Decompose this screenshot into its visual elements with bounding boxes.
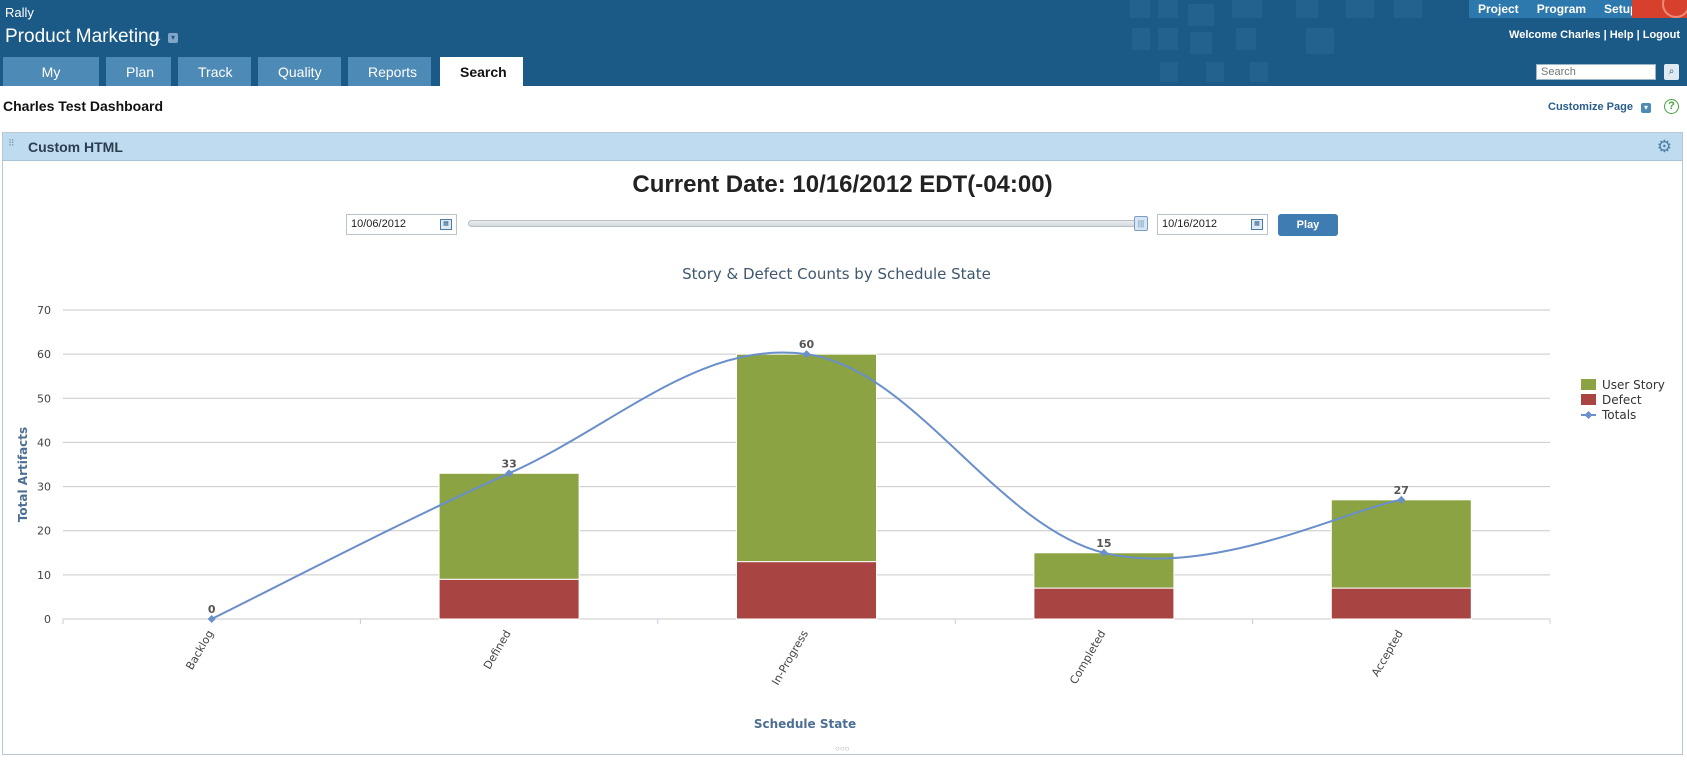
y-tick-label: 50 [37,392,51,405]
legend-label-defect: Defect [1602,393,1642,407]
y-tick-label: 30 [37,481,51,494]
tab-quality[interactable]: Quality [258,57,341,86]
x-tick-label: In-Progress [769,628,811,688]
custom-html-panel: ⠿ Custom HTML ⚙ Current Date: 10/16/2012… [2,132,1683,755]
customize-page-link[interactable]: Customize Page [1548,101,1633,113]
customize-dropdown-icon[interactable]: ▾ [1641,103,1651,113]
y-tick-label: 60 [37,348,51,361]
y-tick-label: 40 [37,436,51,449]
project-down-arrow-icon[interactable]: ↓ [154,26,163,46]
program-link[interactable]: Program [1528,0,1595,18]
tab-my-home[interactable]: My Home [3,57,99,86]
bar-user-story [1330,499,1472,589]
app-name: Rally [5,5,34,20]
tab-track[interactable]: Track [178,57,251,86]
x-tick-label: Completed [1067,628,1108,686]
data-label: 27 [1394,484,1409,497]
chart-title: Story & Defect Counts by Schedule State [682,265,991,283]
legend-swatch-defect [1581,394,1596,405]
story-defect-chart: Story & Defect Counts by Schedule State 0… [16,265,1665,731]
legend-label-totals: Totals [1601,408,1636,422]
search-icon[interactable]: ⌕ [1664,64,1679,80]
tab-search[interactable]: Search [440,57,523,86]
data-label: 33 [501,457,516,470]
bar-defect [736,561,877,620]
data-label: 0 [208,603,216,616]
legend-label-user-story: User Story [1602,378,1665,392]
x-axis-label: Schedule State [754,717,856,731]
project-link[interactable]: Project [1469,0,1528,18]
bar-user-story [736,353,877,563]
rally-logo-icon [1632,0,1687,18]
totals-point [207,615,216,623]
bar-defect [1330,587,1472,620]
bar-user-story [438,472,580,580]
search-input[interactable] [1536,64,1656,80]
y-tick-label: 10 [37,569,51,582]
data-label: 60 [799,338,815,351]
help-icon[interactable]: ? [1664,99,1679,114]
legend-marker-totals [1584,411,1593,419]
resize-grip-icon[interactable]: ○○○ [835,744,850,753]
welcome-links[interactable]: Welcome Charles | Help | Logout [1509,29,1680,41]
app-header: Rally Product Marketing ↓ ▾ Project Prog… [0,0,1687,86]
tab-plan[interactable]: Plan [106,57,171,86]
top-links: Project Program Setup [1469,0,1647,18]
y-tick-label: 70 [37,304,51,317]
page-title: Charles Test Dashboard [3,98,164,114]
x-tick-label: Accepted [1369,628,1406,679]
tab-reports[interactable]: Reports [348,57,431,86]
main-nav: My Home Plan Track Quality Reports Searc… [0,57,528,86]
project-name[interactable]: Product Marketing [5,26,159,48]
project-dropdown-icon[interactable]: ▾ [168,33,178,43]
y-tick-label: 20 [37,525,51,538]
bar-defect [438,578,580,620]
x-tick-label: Backlog [183,628,216,672]
data-label: 15 [1096,537,1111,550]
y-axis-label: Total Artifacts [16,427,30,522]
y-tick-label: 0 [44,613,51,626]
bar-defect [1033,587,1175,620]
legend-swatch-user-story [1581,379,1596,390]
x-tick-label: Defined [481,628,514,672]
